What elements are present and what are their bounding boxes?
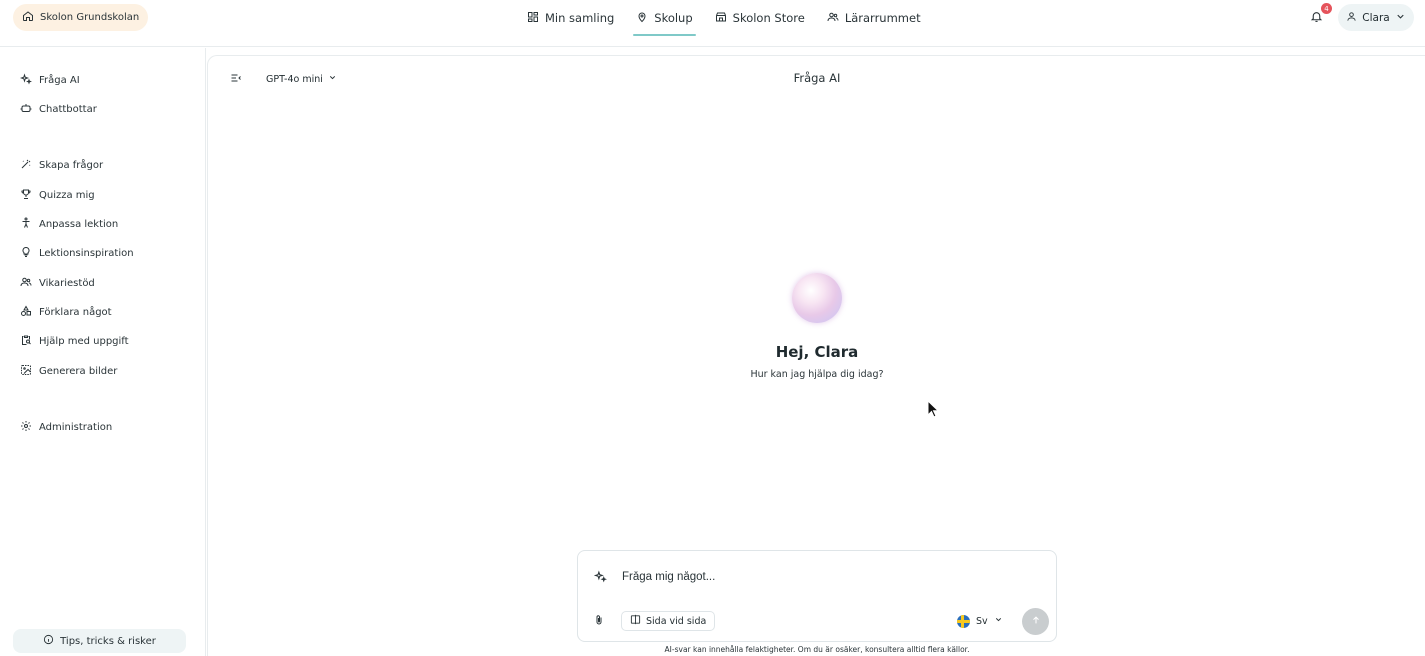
- collapse-icon: [230, 74, 242, 87]
- shapes-icon: [20, 304, 32, 320]
- sparkles-icon: [593, 570, 607, 583]
- main-panel: Fråga AI GPT-4o mini Hej, Clara Hur kan …: [207, 55, 1425, 656]
- sidebar-item-label: Vikariestöd: [39, 277, 95, 289]
- nav-lararrummet[interactable]: Lärarrummet: [827, 0, 921, 36]
- bell-icon: [1310, 12, 1323, 26]
- school-name: Skolon Grundskolan: [40, 12, 140, 23]
- nav-skolon-store[interactable]: Skolon Store: [715, 0, 805, 36]
- arrow-up-icon: [1031, 615, 1041, 628]
- greeting-subtitle: Hur kan jag hjälpa dig idag?: [750, 369, 884, 380]
- people-icon: [827, 11, 839, 26]
- tips-label: Tips, tricks & risker: [60, 635, 156, 647]
- sidebar-item-administration[interactable]: Administration: [20, 417, 112, 437]
- send-button[interactable]: [1022, 608, 1049, 635]
- nav-label: Skolon Store: [732, 11, 805, 25]
- mouse-cursor-icon: [927, 400, 939, 418]
- home-icon: [22, 10, 34, 25]
- sidebar-item-chattbottar[interactable]: Chattbottar: [20, 99, 97, 119]
- tips-button[interactable]: Tips, tricks & risker: [13, 629, 186, 653]
- store-icon: [715, 11, 727, 26]
- sidebar-item-label: Skapa frågor: [39, 159, 104, 171]
- language-code: Sv: [976, 615, 988, 627]
- paperclip-icon: [593, 615, 605, 629]
- side-by-side-button[interactable]: Sida vid sida: [621, 611, 716, 631]
- nav-label: Skolup: [654, 11, 693, 25]
- nav-skolup[interactable]: Skolup: [633, 0, 697, 36]
- model-selector[interactable]: GPT-4o mini: [266, 70, 337, 88]
- model-name: GPT-4o mini: [266, 73, 323, 85]
- page-title: Fråga AI: [793, 71, 841, 85]
- sidebar-item-anpassa-lektion[interactable]: Anpassa lektion: [20, 214, 118, 234]
- greeting-heading: Hej, Clara: [775, 343, 859, 361]
- disclaimer-text: AI-svar kan innehålla felaktigheter. Om …: [664, 645, 970, 654]
- pin-icon: [636, 11, 648, 26]
- sidebar-item-fraga-ai[interactable]: Fråga AI: [19, 70, 80, 90]
- chevron-down-icon: [1395, 11, 1406, 25]
- sidebar-item-label: Generera bilder: [39, 365, 118, 377]
- robot-icon: [20, 102, 32, 117]
- prompt-input[interactable]: [622, 565, 1032, 589]
- sidebar-item-generera-bilder[interactable]: Generera bilder: [20, 361, 117, 381]
- user-name: Clara: [1362, 11, 1390, 24]
- split-view-icon: [630, 614, 641, 628]
- person-icon: [20, 217, 32, 232]
- notifications-button[interactable]: 4: [1310, 3, 1332, 26]
- lightbulb-icon: [20, 246, 32, 261]
- sidebar-item-forklara-nagot[interactable]: Förklara något: [20, 302, 112, 322]
- sidebar-item-label: Chattbottar: [39, 103, 97, 115]
- sidebar-item-hjalp-med-uppgift[interactable]: Hjälp med uppgift: [20, 331, 129, 351]
- gear-icon: [20, 420, 32, 435]
- language-selector[interactable]: Sv: [957, 613, 1003, 629]
- sidebar: Fråga AI Chattbottar Skapa frågor Quizza…: [0, 48, 206, 656]
- sweden-flag-icon: [957, 614, 970, 628]
- attach-button[interactable]: [593, 614, 607, 628]
- trophy-icon: [20, 188, 32, 203]
- sidebar-item-skapa-fragor[interactable]: Skapa frågor: [20, 155, 103, 175]
- sidebar-item-label: Quizza mig: [39, 189, 95, 201]
- sidebar-item-lektionsinspiration[interactable]: Lektionsinspiration: [20, 243, 134, 263]
- sidebar-item-label: Lektionsinspiration: [39, 247, 134, 259]
- sidebar-item-vikariestod[interactable]: Vikariestöd: [20, 273, 95, 293]
- school-switcher[interactable]: Skolon Grundskolan: [13, 4, 149, 31]
- chevron-down-icon: [328, 73, 337, 85]
- wand-icon: [20, 158, 32, 173]
- sidebar-item-label: Fråga AI: [39, 74, 80, 86]
- users-icon: [20, 276, 32, 291]
- collapse-sidebar-button[interactable]: [230, 72, 244, 86]
- notification-badge: 4: [1321, 3, 1332, 14]
- image-icon: [20, 364, 32, 379]
- top-navigation: Min samling Skolup Skolon Store Lärarrum…: [520, 0, 921, 47]
- sidebar-item-label: Hjälp med uppgift: [39, 335, 129, 347]
- chat-composer: Sida vid sida Sv: [577, 550, 1057, 642]
- sidebar-item-label: Administration: [39, 421, 113, 433]
- sidebar-item-label: Förklara något: [39, 306, 112, 318]
- nav-min-samling[interactable]: Min samling: [527, 0, 614, 36]
- info-icon: [43, 634, 54, 648]
- sidebar-item-quizza-mig[interactable]: Quizza mig: [20, 185, 95, 205]
- grid-icon: [527, 11, 539, 26]
- sidebar-item-label: Anpassa lektion: [39, 218, 119, 230]
- side-by-side-label: Sida vid sida: [646, 615, 707, 627]
- ai-orb-avatar: [792, 273, 842, 323]
- sparkles-icon: [19, 72, 32, 88]
- chevron-down-icon: [994, 615, 1003, 627]
- clipboard-search-icon: [20, 334, 32, 349]
- nav-label: Lärarrummet: [844, 11, 921, 25]
- user-icon: [1346, 11, 1357, 25]
- user-menu[interactable]: Clara: [1338, 4, 1414, 31]
- top-bar: Skolon Grundskolan Min samling Skolup Sk…: [0, 0, 1425, 47]
- nav-label: Min samling: [545, 11, 615, 25]
